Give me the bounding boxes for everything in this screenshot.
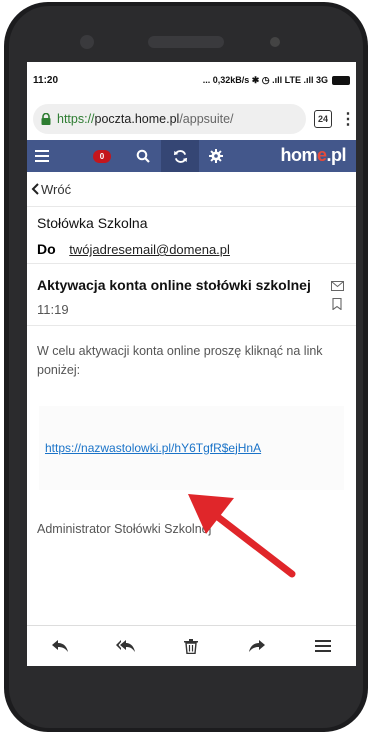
url-field[interactable]: https://poczta.home.pl/appsuite/ xyxy=(33,104,306,134)
search-icon xyxy=(136,149,150,163)
gear-icon xyxy=(209,149,223,163)
to-label: Do xyxy=(37,241,56,257)
message-time: 11:19 xyxy=(37,302,69,317)
hamburger-icon xyxy=(35,150,49,162)
logo-accent: e xyxy=(316,145,327,165)
url-host: poczta.home.pl xyxy=(94,112,180,126)
back-button[interactable]: Wróć xyxy=(27,172,356,207)
unread-counter[interactable]: 0 xyxy=(79,140,125,172)
more-menu-icon xyxy=(315,640,332,652)
earpiece xyxy=(148,36,224,48)
front-sensor xyxy=(80,35,94,49)
refresh-icon xyxy=(173,149,187,163)
forward-icon xyxy=(249,640,266,652)
unread-badge: 0 xyxy=(93,149,111,163)
red-arrow-annotation xyxy=(188,494,296,578)
kebab-icon[interactable]: ⋮ xyxy=(340,109,356,129)
status-indicators-text: ... 0,32kB/s ✱ ◷ .ıll LTE .ıll 3G xyxy=(202,74,328,85)
url-text: https://poczta.home.pl/appsuite/ xyxy=(57,112,234,126)
back-label: Wróć xyxy=(41,181,72,197)
logo-text: hom xyxy=(280,145,317,165)
logo-suffix: .pl xyxy=(326,145,347,165)
hamburger-menu-button[interactable] xyxy=(27,140,57,172)
bookmark-flag-icon[interactable] xyxy=(332,297,342,315)
delete-button[interactable] xyxy=(176,631,206,661)
url-scheme: https:// xyxy=(57,112,95,126)
message-subject: Aktywacja konta online stołówki szkolnej xyxy=(37,277,311,293)
url-path: /appsuite/ xyxy=(179,112,234,126)
link-container: https://nazwastolowki.pl/hY6TgfR$ejHnA xyxy=(39,406,344,490)
tab-switcher-button[interactable]: 24 xyxy=(314,110,332,128)
status-indicators: ... 0,32kB/s ✱ ◷ .ıll LTE .ıll 3G xyxy=(203,75,350,86)
reply-icon xyxy=(51,640,68,652)
reply-button[interactable] xyxy=(45,631,75,661)
chevron-left-icon xyxy=(31,183,39,195)
settings-button[interactable] xyxy=(199,140,233,172)
reply-all-button[interactable] xyxy=(111,631,141,661)
mail-app-bar: 0 home.pl xyxy=(27,140,356,172)
home-pl-logo: home.pl xyxy=(280,145,346,166)
battery-icon xyxy=(332,75,350,85)
more-menu-button[interactable] xyxy=(308,631,338,661)
activation-link[interactable]: https://nazwastolowki.pl/hY6TgfR$ejHnA xyxy=(45,439,261,458)
lock-icon xyxy=(41,112,51,125)
envelope-icon[interactable] xyxy=(331,278,344,296)
reply-all-icon xyxy=(115,640,135,652)
body-paragraph: W celu aktywacji konta online proszę kli… xyxy=(37,344,323,377)
forward-button[interactable] xyxy=(242,631,272,661)
recipient-row: Do twójadresemail@domena.pl xyxy=(37,241,346,257)
browser-url-bar: https://poczta.home.pl/appsuite/ 24 ⋮ xyxy=(27,98,356,140)
sender-name[interactable]: Stołówka Szkolna xyxy=(37,215,346,231)
status-time: 11:20 xyxy=(33,74,59,86)
front-camera xyxy=(270,37,280,47)
recipient-address[interactable]: twójadresemail@domena.pl xyxy=(69,242,230,257)
status-bar: 11:20 ... 0,32kB/s ✱ ◷ .ıll LTE .ıll 3G xyxy=(27,62,356,98)
refresh-button[interactable] xyxy=(161,140,199,172)
message-header: Stołówka Szkolna Do twójadresemail@domen… xyxy=(27,207,356,264)
subject-section: Aktywacja konta online stołówki szkolnej… xyxy=(27,264,356,326)
delete-icon xyxy=(184,638,199,654)
message-actions-toolbar xyxy=(27,625,356,666)
search-button[interactable] xyxy=(125,140,161,172)
